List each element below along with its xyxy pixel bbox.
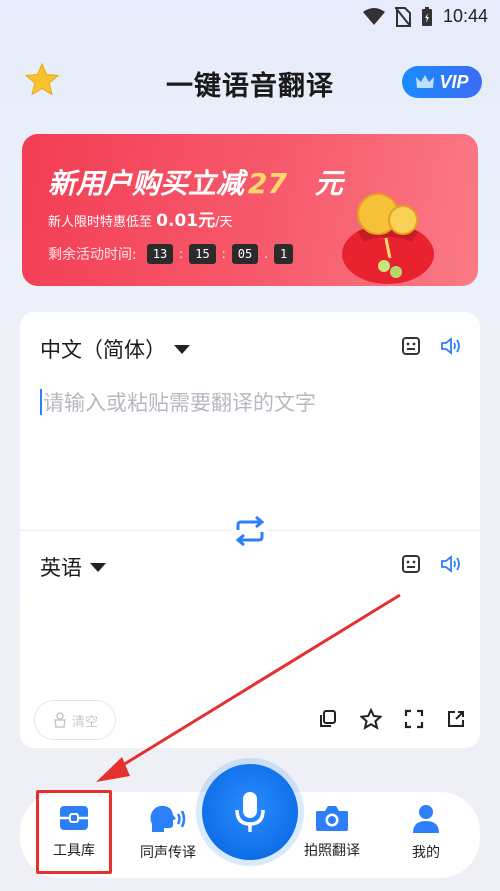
status-icons: 10:44 xyxy=(362,6,488,27)
swap-languages-button[interactable] xyxy=(232,515,268,547)
status-bar: 10:44 xyxy=(0,0,500,36)
input-placeholder: 请输入或粘贴需要翻译的文字 xyxy=(43,391,316,415)
nav-item-mine[interactable]: 我的 xyxy=(386,804,466,862)
copy-icon[interactable] xyxy=(318,709,338,729)
promo-title: 新用户购买立减 27 元 xyxy=(48,162,343,202)
source-lang-label: 中文（简体） xyxy=(40,338,166,362)
clear-button[interactable]: 清空 xyxy=(34,700,116,740)
camera-icon xyxy=(316,806,348,831)
promo-subtitle-suffix: /天 xyxy=(215,215,233,230)
target-lang-label: 英语 xyxy=(40,556,82,580)
promo-price: 0.01元 xyxy=(156,211,216,231)
no-sim-icon xyxy=(394,6,411,27)
countdown-label: 剩余活动时间: xyxy=(48,247,137,263)
share-icon[interactable] xyxy=(446,709,466,729)
source-tools xyxy=(402,336,462,356)
clear-label: 清空 xyxy=(71,714,98,730)
target-tools xyxy=(402,554,462,574)
header: 一键语音翻译 VIP xyxy=(0,56,500,106)
keyboard-icon[interactable] xyxy=(402,337,420,355)
result-tools xyxy=(318,708,466,730)
microphone-button[interactable] xyxy=(202,764,298,860)
source-lang-selector[interactable]: 中文（简体） xyxy=(40,334,190,364)
status-time: 10:44 xyxy=(442,6,488,26)
vip-label: VIP xyxy=(439,71,469,92)
countdown-hours: 13 xyxy=(146,244,174,264)
crown-icon xyxy=(416,75,435,88)
countdown: 剩余活动时间: 13 : 15 : 05 . 1 xyxy=(48,244,294,264)
keyboard-icon[interactable] xyxy=(402,555,420,573)
chevron-down-icon xyxy=(90,562,106,572)
money-bag-icon xyxy=(342,193,434,284)
promo-subtitle-prefix: 新人限时特惠低至 xyxy=(48,215,153,230)
speaker-icon[interactable] xyxy=(440,554,462,574)
broom-icon xyxy=(54,712,66,728)
fullscreen-icon[interactable] xyxy=(404,709,424,729)
speech-head-icon xyxy=(150,805,186,832)
wifi-icon xyxy=(362,7,385,25)
promo-amount: 27 xyxy=(248,167,287,200)
text-cursor xyxy=(40,389,42,415)
source-text-input[interactable]: 请输入或粘贴需要翻译的文字 xyxy=(40,382,460,422)
target-lang-selector[interactable]: 英语 xyxy=(40,552,106,582)
highlight-box xyxy=(36,790,112,874)
countdown-minutes: 15 xyxy=(189,244,216,264)
battery-icon xyxy=(421,6,432,26)
speaker-icon[interactable] xyxy=(440,336,462,356)
promo-subtitle: 新人限时特惠低至 0.01元/天 xyxy=(48,206,233,231)
user-icon xyxy=(413,805,439,833)
chevron-down-icon xyxy=(174,344,190,354)
microphone-icon xyxy=(235,792,265,832)
swap-icon xyxy=(235,515,265,547)
promo-title-prefix: 新用户购买立减 xyxy=(48,167,245,200)
nav-item-photo-translate[interactable]: 拍照翻译 xyxy=(292,804,372,860)
nav-label-mine: 我的 xyxy=(412,845,440,861)
countdown-seconds: 05 xyxy=(231,244,259,264)
translation-card: 中文（简体） 请输入或粘贴需要翻译的文字 英语 清空 xyxy=(20,312,480,748)
nav-item-simultaneous[interactable]: 同声传译 xyxy=(128,804,208,862)
star-outline-icon[interactable] xyxy=(360,708,382,730)
vip-button[interactable]: VIP xyxy=(402,66,482,98)
promo-banner[interactable]: 新用户购买立减 27 元 新人限时特惠低至 0.01元/天 剩余活动时间: 13 … xyxy=(22,134,478,286)
nav-label-simultaneous: 同声传译 xyxy=(140,845,196,861)
countdown-tenths: 1 xyxy=(274,244,294,264)
nav-label-photo-translate: 拍照翻译 xyxy=(304,843,360,859)
